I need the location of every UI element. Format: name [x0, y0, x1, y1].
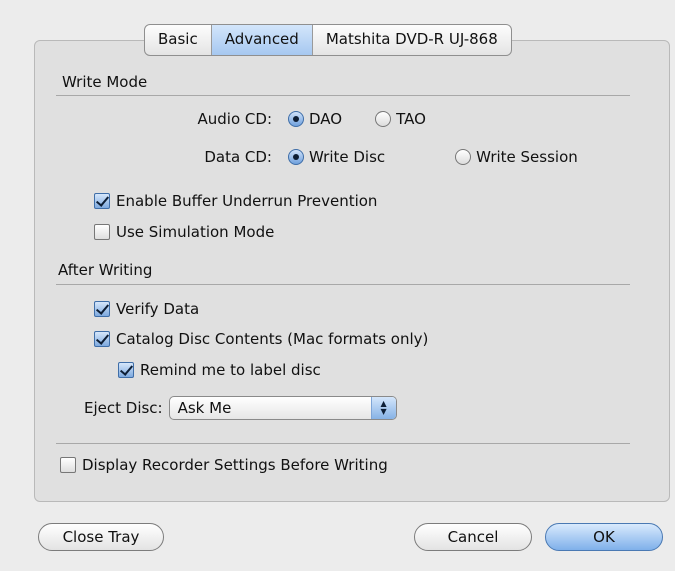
radio-tao[interactable] — [375, 111, 392, 127]
buffer-underrun-checkbox[interactable] — [94, 193, 110, 209]
write-mode-divider — [56, 95, 630, 96]
tab-advanced[interactable]: Advanced — [211, 25, 313, 55]
display-settings-checkbox[interactable] — [60, 457, 76, 473]
close-tray-button[interactable]: Close Tray — [38, 523, 164, 551]
eject-disc-label: Eject Disc: — [84, 399, 163, 417]
catalog-disc-checkbox[interactable] — [94, 331, 110, 347]
buffer-underrun-row[interactable]: Enable Buffer Underrun Prevention — [94, 192, 377, 210]
radio-dao[interactable] — [288, 111, 304, 127]
catalog-disc-row[interactable]: Catalog Disc Contents (Mac formats only) — [94, 330, 428, 348]
verify-data-label[interactable]: Verify Data — [116, 300, 199, 318]
catalog-disc-label[interactable]: Catalog Disc Contents (Mac formats only) — [116, 330, 428, 348]
remind-label-row[interactable]: Remind me to label disc — [118, 361, 321, 379]
data-cd-label: Data CD: — [204, 148, 272, 166]
display-settings-row[interactable]: Display Recorder Settings Before Writing — [60, 456, 388, 474]
radio-write-session[interactable] — [455, 149, 472, 165]
data-cd-row: Data CD: Write Disc Write Session — [160, 148, 578, 166]
after-writing-divider — [56, 284, 630, 285]
tab-bar: Basic Advanced Matshita DVD-R UJ-868 — [144, 24, 512, 56]
eject-disc-value: Ask Me — [177, 399, 232, 417]
remind-label-checkbox[interactable] — [118, 362, 134, 378]
display-settings-label[interactable]: Display Recorder Settings Before Writing — [82, 456, 388, 474]
radio-write-session-label[interactable]: Write Session — [476, 148, 578, 166]
verify-data-row[interactable]: Verify Data — [94, 300, 199, 318]
cancel-button[interactable]: Cancel — [414, 523, 532, 551]
radio-write-disc[interactable] — [288, 149, 304, 165]
tab-matshita-dvd-r[interactable]: Matshita DVD-R UJ-868 — [313, 25, 511, 55]
simulation-mode-label[interactable]: Use Simulation Mode — [116, 223, 274, 241]
write-mode-heading: Write Mode — [62, 73, 148, 91]
radio-tao-label[interactable]: TAO — [396, 110, 426, 128]
audio-cd-label: Audio CD: — [197, 110, 272, 128]
radio-write-disc-label[interactable]: Write Disc — [309, 148, 385, 166]
remind-label-text[interactable]: Remind me to label disc — [140, 361, 321, 379]
simulation-mode-checkbox[interactable] — [94, 224, 110, 240]
buffer-underrun-label[interactable]: Enable Buffer Underrun Prevention — [116, 192, 377, 210]
eject-disc-row: Eject Disc: Ask Me ▲ ▼ — [84, 396, 397, 420]
eject-disc-popup[interactable]: Ask Me ▲ ▼ — [168, 396, 397, 420]
audio-cd-row: Audio CD: DAO TAO — [160, 110, 426, 128]
ok-button[interactable]: OK — [545, 523, 663, 551]
bottom-divider — [56, 443, 630, 444]
verify-data-checkbox[interactable] — [94, 301, 110, 317]
after-writing-heading: After Writing — [58, 261, 153, 279]
tab-basic[interactable]: Basic — [145, 25, 212, 55]
radio-dao-label[interactable]: DAO — [309, 110, 342, 128]
simulation-mode-row[interactable]: Use Simulation Mode — [94, 223, 274, 241]
updown-arrows-icon: ▲ ▼ — [370, 397, 396, 419]
